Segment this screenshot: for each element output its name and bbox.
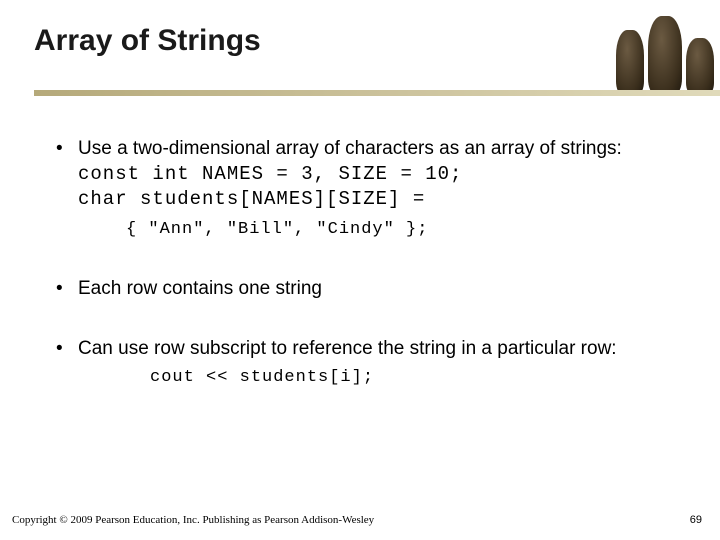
chess-piece-icon	[616, 30, 644, 94]
bullet-text: Use a two-dimensional array of character…	[78, 138, 622, 159]
code-line: const int NAMES = 3, SIZE = 10;	[78, 162, 680, 188]
code-sub: { "Ann", "Bill", "Cindy" };	[78, 219, 680, 242]
chess-piece-icon	[648, 16, 682, 94]
code-sub: cout << students[i];	[78, 367, 680, 390]
bullet-item: Each row contains one string	[54, 276, 680, 302]
bullet-text: Can use row subscript to reference the s…	[78, 338, 617, 359]
page-number: 69	[690, 514, 702, 526]
bullet-item: Use a two-dimensional array of character…	[54, 136, 680, 242]
bullet-item: Can use row subscript to reference the s…	[54, 336, 680, 391]
chess-decoration	[610, 0, 720, 96]
chess-piece-icon	[686, 38, 714, 94]
bullet-text: Each row contains one string	[78, 278, 322, 299]
code-line: char students[NAMES][SIZE] =	[78, 187, 680, 213]
slide-header: Array of Strings	[0, 0, 720, 100]
copyright-text: Copyright © 2009 Pearson Education, Inc.…	[12, 514, 374, 526]
title-underline	[34, 90, 720, 96]
slide-content: Use a two-dimensional array of character…	[0, 100, 720, 390]
